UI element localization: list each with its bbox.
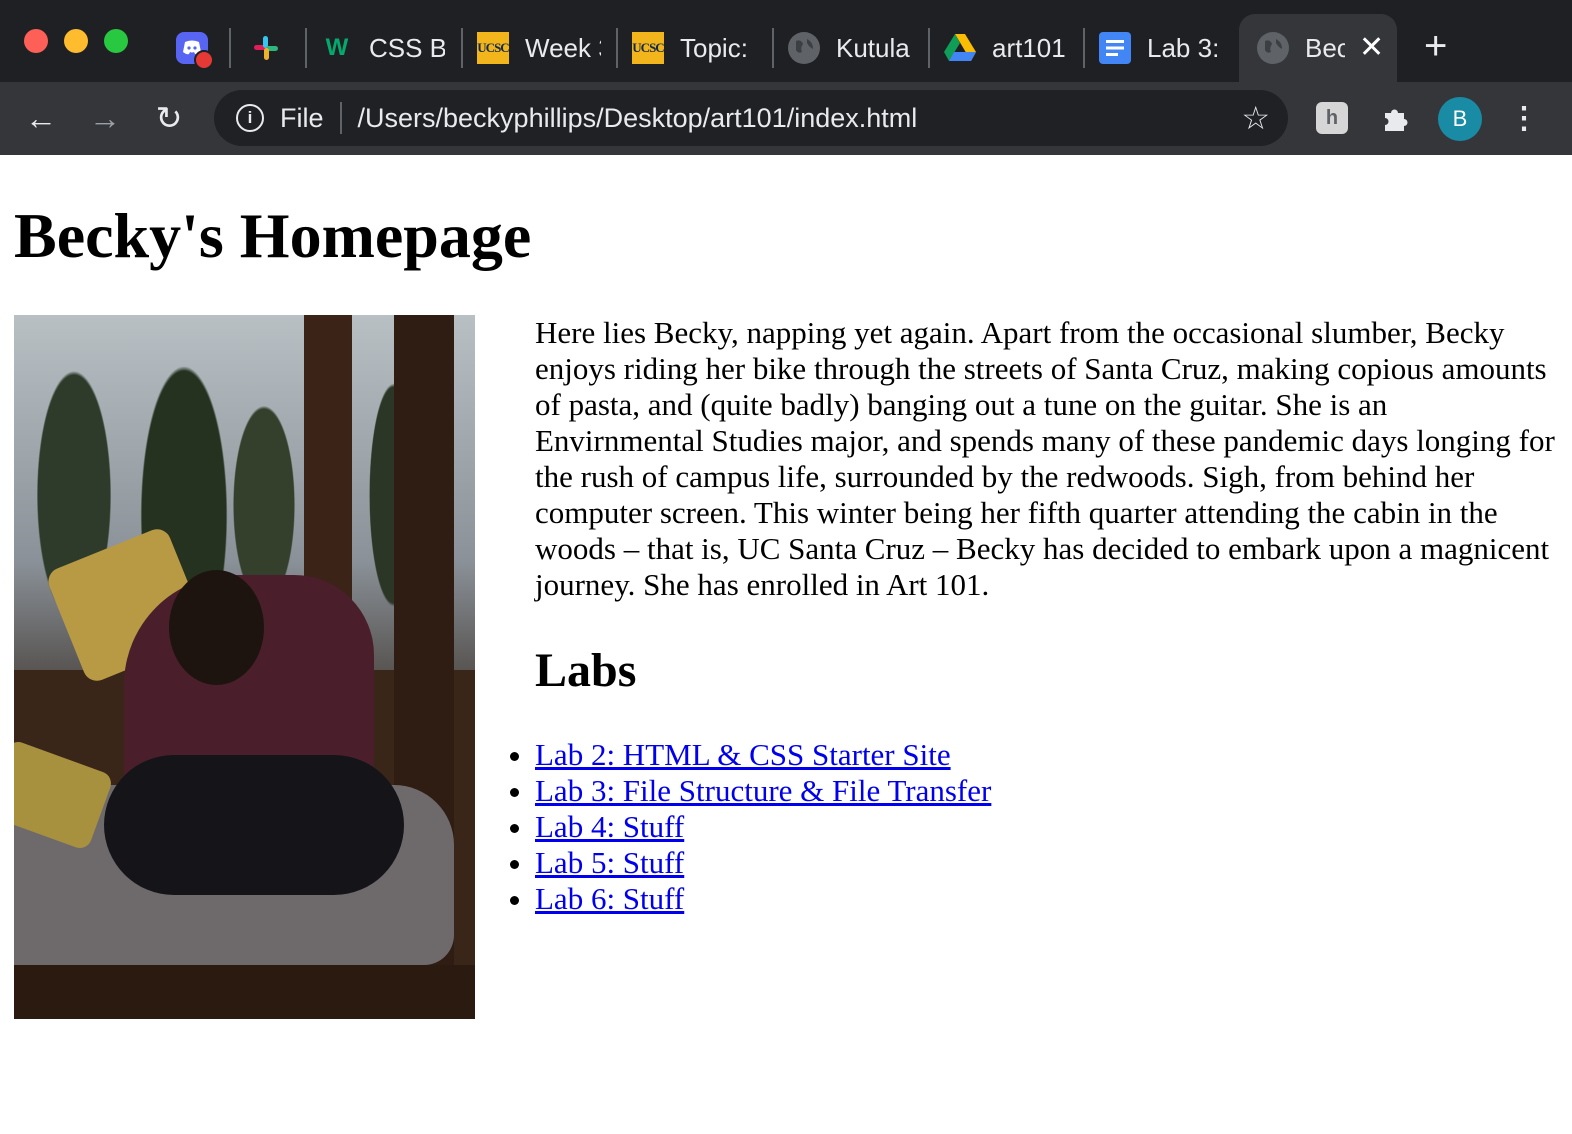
tab-separator <box>1083 28 1085 68</box>
tab-separator <box>616 28 618 68</box>
slack-icon <box>250 32 282 64</box>
back-arrow-icon[interactable]: ← <box>24 102 58 136</box>
tab-art101[interactable]: art101 <box>944 14 1068 82</box>
extensions-puzzle-icon[interactable] <box>1378 100 1414 136</box>
tab-label: Bec <box>1305 32 1345 63</box>
profile-photo <box>14 315 475 1019</box>
list-item: Lab 6: Stuff <box>535 881 991 917</box>
discord-icon <box>176 32 214 70</box>
minimize-window-button[interactable] <box>64 29 88 53</box>
more-menu-icon[interactable]: ⋮ <box>1506 100 1542 136</box>
address-divider <box>339 102 342 134</box>
tab-separator <box>928 28 930 68</box>
google-docs-icon <box>1099 32 1131 64</box>
tab-label: Topic: <box>680 32 748 63</box>
labs-list: Lab 2: HTML & CSS Starter Site Lab 3: Fi… <box>535 737 991 917</box>
tab-separator <box>461 28 463 68</box>
lab-6-link[interactable]: Lab 6: Stuff <box>535 881 684 916</box>
list-item: Lab 2: HTML & CSS Starter Site <box>535 737 991 773</box>
reload-icon[interactable]: ↻ <box>152 102 186 136</box>
labs-heading: Labs <box>535 644 637 697</box>
site-info-icon[interactable]: i <box>236 104 264 132</box>
tab-label: Week 3 <box>525 32 601 63</box>
address-scheme-label: File <box>280 102 324 133</box>
address-bar[interactable]: i File /Users/beckyphillips/Desktop/art1… <box>214 90 1288 146</box>
web-page: Becky's Homepage Here lies Becky, nappin… <box>0 155 1572 1134</box>
tab-separator <box>305 28 307 68</box>
bio-paragraph: Here lies Becky, napping yet again. Apar… <box>535 315 1555 602</box>
tab-label: Kutula <box>836 32 910 63</box>
ucsc-icon: UCSC <box>632 32 665 64</box>
lab-5-link[interactable]: Lab 5: Stuff <box>535 845 684 880</box>
close-window-button[interactable] <box>24 29 48 53</box>
tab-week-3[interactable]: UCSC Week 3 <box>477 14 601 82</box>
google-drive-icon <box>944 32 976 64</box>
list-item: Lab 4: Stuff <box>535 809 991 845</box>
tab-label: art101 <box>992 32 1066 63</box>
browser-toolbar: ← → ↻ i File /Users/beckyphillips/Deskto… <box>0 82 1572 155</box>
tab-strip: W CSS B UCSC Week 3 UCSC Topic: Kutula a… <box>0 0 1572 82</box>
list-item: Lab 5: Stuff <box>535 845 991 881</box>
forward-arrow-icon[interactable]: → <box>88 102 122 136</box>
bookmark-star-icon[interactable]: ☆ <box>1241 100 1270 136</box>
globe-icon <box>788 32 820 64</box>
tab-label: CSS B <box>369 32 445 63</box>
page-title: Becky's Homepage <box>14 200 532 271</box>
tab-css-b[interactable]: W CSS B <box>321 14 445 82</box>
lab-4-link[interactable]: Lab 4: Stuff <box>535 809 684 844</box>
list-item: Lab 3: File Structure & File Transfer <box>535 773 991 809</box>
lab-3-link[interactable]: Lab 3: File Structure & File Transfer <box>535 773 991 808</box>
w3schools-icon: W <box>325 34 349 61</box>
tab-slack[interactable] <box>250 14 290 82</box>
lab-2-link[interactable]: Lab 2: HTML & CSS Starter Site <box>535 737 951 772</box>
honey-extension-icon[interactable]: h <box>1316 102 1348 134</box>
tab-discord[interactable] <box>176 14 216 82</box>
profile-avatar[interactable]: B <box>1438 97 1482 141</box>
tab-label: Lab 3: <box>1147 32 1220 63</box>
tab-lab-3[interactable]: Lab 3: <box>1099 14 1223 82</box>
tab-topic[interactable]: UCSC Topic: <box>632 14 758 82</box>
tab-separator <box>772 28 774 68</box>
tab-separator <box>229 28 231 68</box>
tab-kutula[interactable]: Kutula <box>788 14 914 82</box>
ucsc-icon: UCSC <box>477 32 510 64</box>
close-tab-icon[interactable]: ✕ <box>1359 33 1384 63</box>
globe-icon <box>1257 32 1289 64</box>
new-tab-button[interactable]: + <box>1424 26 1447 66</box>
maximize-window-button[interactable] <box>104 29 128 53</box>
tab-active-becky[interactable]: Bec ✕ <box>1239 14 1397 82</box>
address-url[interactable]: /Users/beckyphillips/Desktop/art101/inde… <box>358 103 918 134</box>
